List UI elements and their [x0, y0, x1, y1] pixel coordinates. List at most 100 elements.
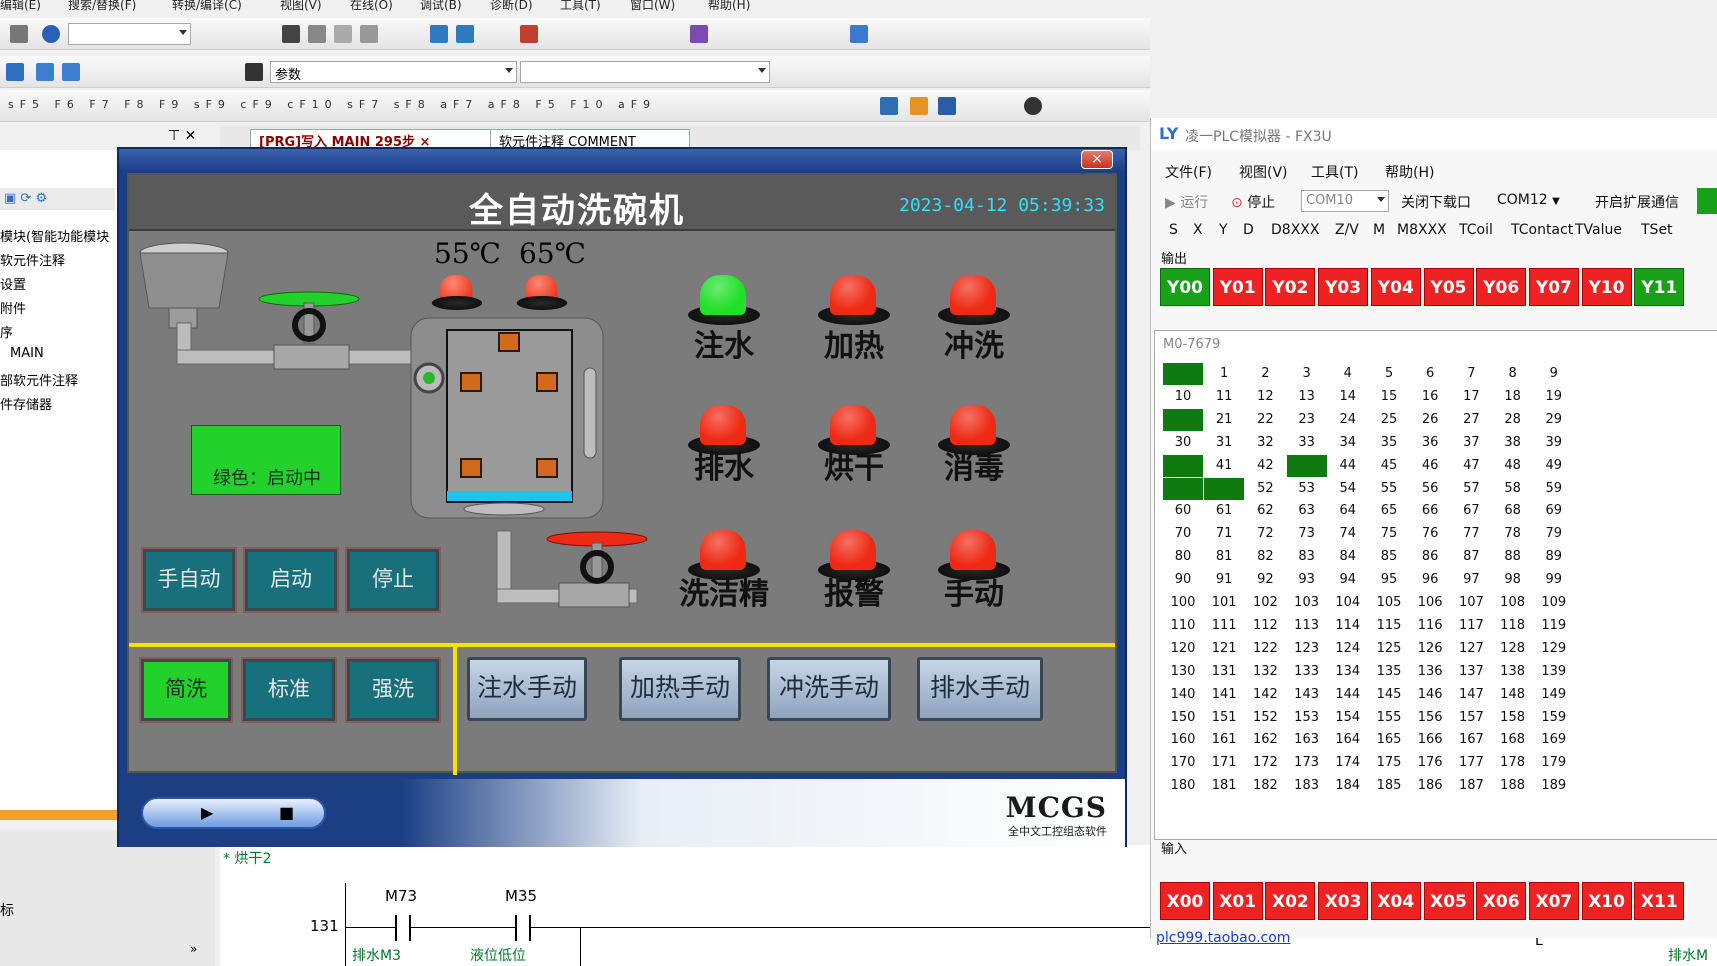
device-cell[interactable]: 77: [1451, 523, 1491, 545]
device-cell[interactable]: 71: [1204, 523, 1244, 545]
device-cell[interactable]: 11: [1204, 386, 1244, 408]
device-cell[interactable]: 97: [1451, 569, 1491, 591]
device-cell[interactable]: 123: [1287, 638, 1327, 660]
device-cell[interactable]: 154: [1328, 707, 1368, 729]
device-cell[interactable]: 75: [1369, 523, 1409, 545]
device-cell[interactable]: 152: [1245, 707, 1285, 729]
device-cell[interactable]: 157: [1451, 707, 1491, 729]
device-cell[interactable]: 22: [1245, 409, 1285, 431]
device-cell[interactable]: 132: [1245, 661, 1285, 683]
device-cell[interactable]: 35: [1369, 432, 1409, 454]
output-coil[interactable]: Y07: [1528, 268, 1579, 306]
device-cell[interactable]: 92: [1245, 569, 1285, 591]
undo-icon[interactable]: [360, 25, 378, 43]
device-cell[interactable]: 72: [1245, 523, 1285, 545]
device-cell[interactable]: 173: [1287, 752, 1327, 774]
input-contact[interactable]: X11: [1634, 882, 1685, 920]
device-cell[interactable]: 160: [1163, 729, 1203, 751]
device-cell[interactable]: 172: [1245, 752, 1285, 774]
print-icon[interactable]: [10, 25, 28, 43]
com-port-b-combo[interactable]: COM12 ▼: [1497, 192, 1560, 208]
device-cell[interactable]: 139: [1534, 661, 1574, 683]
device-cell[interactable]: 189: [1534, 775, 1574, 797]
paste-icon[interactable]: [334, 25, 352, 43]
device-cell[interactable]: 127: [1451, 638, 1491, 660]
read-plc-icon[interactable]: [430, 25, 448, 43]
output-coil[interactable]: Y03: [1318, 268, 1369, 306]
device-cell[interactable]: 148: [1493, 684, 1533, 706]
play-icon[interactable]: ▶: [201, 803, 213, 822]
device-cell[interactable]: 179: [1534, 752, 1574, 774]
menu-tools[interactable]: 工具(T): [1311, 162, 1358, 182]
contact-symbol[interactable]: [395, 915, 411, 941]
device-cell[interactable]: 28: [1493, 409, 1533, 431]
device-cell[interactable]: 73: [1287, 523, 1327, 545]
device-cell[interactable]: 184: [1328, 775, 1368, 797]
device-cell[interactable]: 62: [1245, 500, 1285, 522]
device-cell[interactable]: 110: [1163, 615, 1203, 637]
device-cell[interactable]: 167: [1451, 729, 1491, 751]
device-cell[interactable]: 146: [1410, 684, 1450, 706]
device-cell[interactable]: 149: [1534, 684, 1574, 706]
monitor-icon[interactable]: [520, 25, 538, 43]
device-cell[interactable]: 171: [1204, 752, 1244, 774]
device-cell[interactable]: 124: [1328, 638, 1368, 660]
device-cell[interactable]: 114: [1328, 615, 1368, 637]
cut-icon[interactable]: [282, 25, 300, 43]
run-button[interactable]: ▶ 运行: [1165, 192, 1208, 212]
device-cell[interactable]: 118: [1493, 615, 1533, 637]
device-cell[interactable]: 32: [1245, 432, 1285, 454]
device-cell[interactable]: 108: [1493, 592, 1533, 614]
device-tab[interactable]: M: [1373, 222, 1385, 238]
device-cell[interactable]: 165: [1369, 729, 1409, 751]
device-cell[interactable]: 102: [1245, 592, 1285, 614]
mode-standard-button[interactable]: 标准: [241, 657, 337, 723]
device-cell[interactable]: 45: [1369, 455, 1409, 477]
device-cell[interactable]: 183: [1287, 775, 1327, 797]
device-cell[interactable]: 37: [1451, 432, 1491, 454]
device-cell[interactable]: 174: [1328, 752, 1368, 774]
device-cell[interactable]: 36: [1410, 432, 1450, 454]
menu-item[interactable]: 帮助(H): [708, 0, 750, 13]
device-cell[interactable]: 93: [1287, 569, 1327, 591]
device-tab[interactable]: TCoil: [1459, 222, 1493, 238]
tree-item[interactable]: 部软元件注释: [0, 370, 78, 389]
device-cell[interactable]: 78: [1493, 523, 1533, 545]
dev-icon[interactable]: [36, 63, 54, 81]
device-cell[interactable]: 121: [1204, 638, 1244, 660]
device-tab[interactable]: Z/V: [1335, 222, 1359, 238]
device-cell[interactable]: 107: [1451, 592, 1491, 614]
tree-item[interactable]: 件存储器: [0, 394, 52, 413]
device-cell[interactable]: 25: [1369, 409, 1409, 431]
device-cell[interactable]: 52: [1245, 478, 1285, 500]
device-cell[interactable]: 115: [1369, 615, 1409, 637]
device-cell[interactable]: 96: [1410, 569, 1450, 591]
device-cell[interactable]: 178: [1493, 752, 1533, 774]
device-cell[interactable]: 176: [1410, 752, 1450, 774]
device-tab[interactable]: TSet: [1641, 222, 1673, 238]
device-cell[interactable]: 63: [1287, 500, 1327, 522]
menu-item[interactable]: 诊断(D): [490, 0, 533, 13]
device-cell[interactable]: 120: [1163, 638, 1203, 660]
device-cell[interactable]: 56: [1410, 478, 1450, 500]
output-coil[interactable]: Y11: [1634, 268, 1685, 306]
device-cell[interactable]: 21: [1204, 409, 1244, 431]
device-cell[interactable]: 103: [1287, 592, 1327, 614]
device-cell[interactable]: 2: [1245, 363, 1285, 385]
device-cell[interactable]: 67: [1451, 500, 1491, 522]
device-cell[interactable]: 101: [1204, 592, 1244, 614]
device-cell[interactable]: 69: [1534, 500, 1574, 522]
device-cell[interactable]: 18: [1493, 386, 1533, 408]
device-cell[interactable]: 156: [1410, 707, 1450, 729]
device-cell[interactable]: 20: [1163, 408, 1203, 431]
device-cell[interactable]: 14: [1328, 386, 1368, 408]
device-cell[interactable]: 66: [1410, 500, 1450, 522]
device-cell[interactable]: 177: [1451, 752, 1491, 774]
device-cell[interactable]: 54: [1328, 478, 1368, 500]
device-cell[interactable]: 13: [1287, 386, 1327, 408]
device-cell[interactable]: 55: [1369, 478, 1409, 500]
device-cell[interactable]: 175: [1369, 752, 1409, 774]
device-cell[interactable]: 117: [1451, 615, 1491, 637]
stop-button[interactable]: ⊙ 停止: [1231, 192, 1275, 212]
device-cell[interactable]: 1: [1204, 363, 1244, 385]
